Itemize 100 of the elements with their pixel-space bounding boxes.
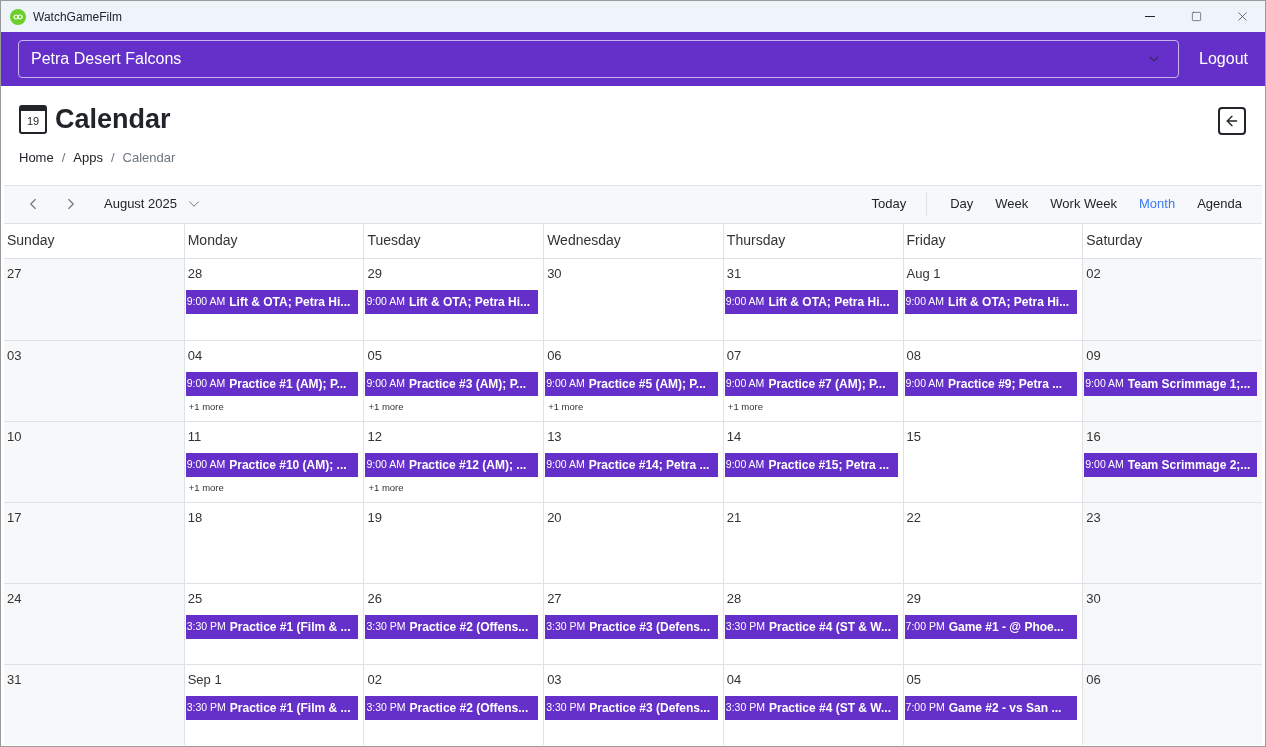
date-label: 06 [1086,670,1101,689]
event-chip[interactable]: 3:30 PM Practice #3 (Defens... [545,696,718,720]
date-label: 03 [547,670,562,689]
date-label: 24 [7,589,22,608]
weekday-header: Friday [902,223,1083,258]
date-label: 14 [726,427,742,446]
date-label: 25 [187,589,203,608]
date-label: 15 [906,427,922,446]
breadcrumb-link[interactable]: Apps [73,148,103,168]
event-chip[interactable]: 9:00 AM Practice #7 (AM); P... [724,372,898,396]
event-chip[interactable]: 9:00 AM Practice #9; Petra ... [904,372,1078,396]
event-chip[interactable]: 9:00 AM Lift & OTA; Petra Hi... [185,290,359,314]
event-chip[interactable]: 9:00 AM Lift & OTA; Petra Hi... [365,290,539,314]
date-label: 19 [367,508,382,527]
date-label: 23 [1086,508,1101,527]
date-label: 04 [187,346,203,365]
event-chip[interactable]: 9:00 AM Team Scrimmage 2;... [1084,453,1257,477]
page-title: Calendar [55,106,171,133]
event-chip[interactable]: 9:00 AM Practice #15; Petra ... [724,453,898,477]
date-label: 06 [547,346,562,365]
weekday-header: Thursday [722,223,903,258]
date-label: 21 [726,508,742,527]
team-select[interactable]: Petra Desert Falcons [18,40,1180,78]
weekday-header: Monday [183,223,364,258]
breadcrumb-link[interactable]: Home [19,148,54,168]
date-label: 18 [187,508,203,527]
breadcrumb-link[interactable]: Calendar [122,148,176,168]
event-chip[interactable]: 9:00 AM Lift & OTA; Petra Hi... [904,290,1078,314]
minimize-icon [1145,16,1155,17]
date-label: 04 [726,670,742,689]
event-chip[interactable]: 9:00 AM Practice #3 (AM); P... [365,372,539,396]
app-logo-icon [10,8,26,25]
event-chip[interactable]: 9:00 AM Practice #10 (AM); ... [185,453,359,477]
view-tab[interactable]: Week [984,194,1040,214]
date-label: 20 [547,508,562,527]
event-chip[interactable]: 9:00 AM Practice #12 (AM); ... [365,453,539,477]
month-picker[interactable]: August 2025 [104,194,203,214]
more-link[interactable]: +1 more [368,481,404,496]
event-chip[interactable]: 7:00 PM Game #1 - @ Phoe... [904,615,1078,639]
event-chip[interactable]: 3:30 PM Practice #2 (Offens... [365,615,539,639]
more-link[interactable]: +1 more [548,400,584,415]
view-tab[interactable]: Month [1128,194,1187,214]
date-label: 30 [1086,589,1101,608]
more-link[interactable]: +1 more [188,481,224,496]
date-label: 22 [906,508,922,527]
date-label: 10 [7,427,22,446]
more-link[interactable]: +1 more [368,400,404,415]
date-label: 30 [547,264,562,283]
today-button[interactable]: Today [863,194,915,214]
back-arrow-icon [1224,113,1240,129]
event-chip[interactable]: 9:00 AM Practice #1 (AM); P... [185,372,359,396]
date-label: 29 [906,589,922,608]
event-chip[interactable]: 3:30 PM Practice #1 (Film & ... [185,615,359,639]
event-chip[interactable]: 3:30 PM Practice #4 (ST & W... [724,696,898,720]
date-label: 27 [547,589,562,608]
date-label: 16 [1086,427,1101,446]
weekday-header: Tuesday [363,223,544,258]
date-label: 13 [547,427,562,446]
date-label: 26 [367,589,382,608]
date-label: 28 [187,264,203,283]
view-tab[interactable]: Day [939,194,985,214]
date-label: 11 [187,427,202,446]
more-link[interactable]: +1 more [727,400,763,415]
maximize-icon [1190,11,1202,22]
event-chip[interactable]: 3:30 PM Practice #4 (ST & W... [724,615,898,639]
event-chip[interactable]: 3:30 PM Practice #3 (Defens... [545,615,718,639]
date-label: 28 [726,589,742,608]
date-label: 31 [726,264,742,283]
date-label: 02 [367,670,382,689]
date-label: 31 [7,670,22,689]
breadcrumb-separator: / [110,149,115,167]
event-chip[interactable]: 9:00 AM Practice #5 (AM); P... [545,372,718,396]
date-label: 05 [367,346,382,365]
date-label: Sep 1 [187,670,222,689]
weekday-header: Wednesday [543,223,723,258]
event-chip[interactable]: 7:00 PM Game #2 - vs San ... [904,696,1078,720]
date-label: 29 [367,264,382,283]
date-label: 03 [7,346,22,365]
breadcrumb-separator: / [61,149,66,167]
date-label: 05 [906,670,922,689]
date-label: 17 [7,508,22,527]
event-chip[interactable]: 9:00 AM Practice #14; Petra ... [545,453,718,477]
event-chip[interactable]: 9:00 AM Lift & OTA; Petra Hi... [724,290,898,314]
date-label: 07 [726,346,742,365]
event-chip[interactable]: 9:00 AM Team Scrimmage 1;... [1084,372,1257,396]
view-tab[interactable]: Work Week [1039,194,1129,214]
window-title: WatchGameFilm [33,8,122,26]
logout-link[interactable]: Logout [1199,47,1248,71]
date-label: 09 [1086,346,1101,365]
date-label: Aug 1 [906,264,941,283]
date-label: 27 [7,264,22,283]
view-tab[interactable]: Agenda [1186,194,1253,214]
weekday-header: Sunday [6,231,56,250]
calendar-icon: 19 [19,105,47,134]
more-link[interactable]: +1 more [188,400,224,415]
date-label: 02 [1086,264,1101,283]
event-chip[interactable]: 3:30 PM Practice #2 (Offens... [365,696,539,720]
event-chip[interactable]: 3:30 PM Practice #1 (Film & ... [185,696,359,720]
back-button[interactable] [1218,107,1246,135]
weekday-header: Saturday [1082,223,1262,258]
